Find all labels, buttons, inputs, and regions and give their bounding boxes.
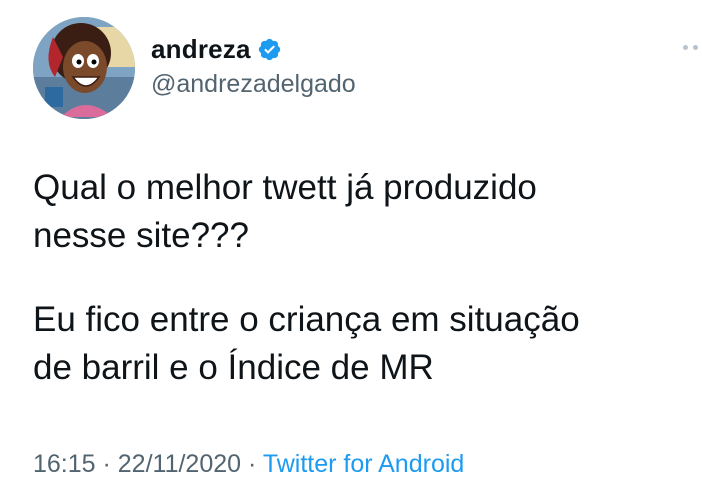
tweet-card: andreza @andrezadelgado Qual o melhor tw… xyxy=(0,0,702,501)
name-row: andreza xyxy=(151,32,282,66)
user-handle[interactable]: @andrezadelgado xyxy=(151,70,356,99)
tweet-text-paragraph-1: Qual o melhor twett já produzido nesse s… xyxy=(33,164,693,260)
tweet-text-line: nesse site??? xyxy=(33,216,249,255)
meta-separator: · xyxy=(241,450,263,478)
avatar[interactable] xyxy=(33,17,135,119)
verified-badge-icon xyxy=(257,37,282,62)
display-name[interactable]: andreza xyxy=(151,34,251,65)
more-dot xyxy=(693,44,698,50)
tweet-text-line: de barril e o Índice de MR xyxy=(33,348,434,387)
tweet-meta: 16:15 · 22/11/2020 · Twitter for Android xyxy=(33,450,464,479)
tweet-text-line: Eu fico entre o criança em situação xyxy=(33,300,580,339)
tweet-text-paragraph-2: Eu fico entre o criança em situação de b… xyxy=(33,296,693,392)
tweet-date[interactable]: 22/11/2020 xyxy=(118,450,241,478)
tweet-time[interactable]: 16:15 xyxy=(33,450,96,478)
tweet-text-line: Qual o melhor twett já produzido xyxy=(33,168,537,207)
more-dot xyxy=(683,44,688,50)
meta-separator: · xyxy=(95,450,118,478)
more-options-icon[interactable] xyxy=(683,42,702,52)
avatar-image xyxy=(33,17,135,119)
tweet-source-link[interactable]: Twitter for Android xyxy=(263,450,464,478)
